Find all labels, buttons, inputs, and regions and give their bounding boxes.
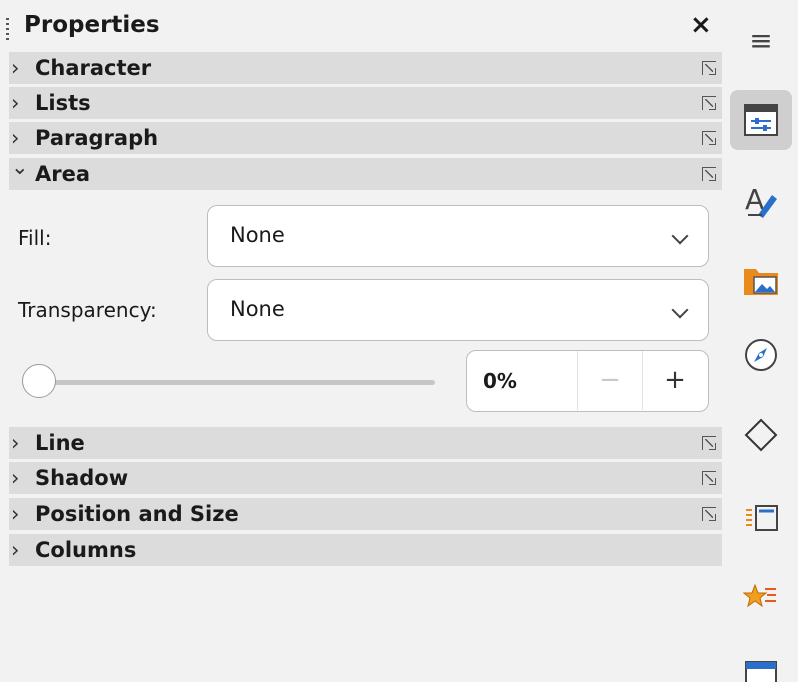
properties-panel: Properties × › Character › Lists › Parag… (0, 0, 722, 682)
section-position-size[interactable]: › Position and Size (9, 498, 722, 530)
transparency-slider-track[interactable] (30, 380, 435, 385)
chevron-right-icon: › (11, 502, 20, 526)
fill-value: None (230, 223, 285, 247)
chevron-down-icon (671, 301, 689, 319)
page-layout-icon (746, 505, 778, 531)
deck-properties-button[interactable] (730, 90, 792, 150)
more-options-icon[interactable] (702, 167, 716, 181)
decrement-button[interactable]: − (578, 351, 642, 410)
deck-page-button[interactable] (730, 488, 792, 548)
more-options-icon[interactable] (702, 61, 716, 75)
transparency-label: Transparency: (18, 298, 157, 322)
gallery-folder-icon (744, 269, 778, 295)
section-character[interactable]: › Character (9, 52, 722, 84)
chevron-right-icon: › (11, 466, 20, 490)
navigator-compass-icon (745, 339, 777, 371)
deck-navigator-button[interactable] (730, 325, 792, 385)
more-options-icon[interactable] (702, 507, 716, 521)
transparency-dropdown[interactable]: None (207, 279, 709, 341)
chevron-right-icon: › (11, 91, 20, 115)
chevron-right-icon: › (11, 431, 20, 455)
chevron-right-icon: › (11, 538, 20, 562)
sidebar-menu-button[interactable]: ≡ (730, 10, 792, 70)
transparency-percent-field[interactable]: 0% (483, 369, 517, 393)
section-lists[interactable]: › Lists (9, 87, 722, 119)
sidebar-deck: ≡ A (722, 0, 798, 682)
chevron-down-icon (671, 227, 689, 245)
diamond-shape-icon (744, 418, 778, 452)
section-label: Character (35, 56, 152, 80)
more-options-icon[interactable] (702, 471, 716, 485)
close-button[interactable]: × (690, 10, 712, 40)
increment-button[interactable]: + (643, 351, 707, 410)
properties-icon (744, 104, 778, 136)
fill-dropdown[interactable]: None (207, 205, 709, 267)
section-label: Position and Size (35, 502, 239, 526)
deck-gallery-button[interactable] (730, 250, 792, 310)
transparency-spinbox: 0% − + (466, 350, 709, 412)
section-paragraph[interactable]: › Paragraph (9, 122, 722, 154)
section-area[interactable]: ⌄ Area (9, 155, 722, 190)
chevron-right-icon: › (11, 126, 20, 150)
deck-styles-button[interactable]: A (730, 170, 792, 230)
deck-shapes-button[interactable] (730, 405, 792, 465)
deck-animation-button[interactable] (730, 568, 792, 628)
deck-master-slides-button[interactable] (730, 640, 792, 682)
more-options-icon[interactable] (702, 96, 716, 110)
section-label: Area (35, 162, 91, 186)
more-options-icon[interactable] (702, 436, 716, 450)
section-label: Shadow (35, 466, 129, 490)
hamburger-menu-icon: ≡ (749, 23, 773, 57)
panel-title-bar: Properties × (0, 0, 722, 50)
drag-grip-icon[interactable] (6, 18, 9, 40)
section-line[interactable]: › Line (9, 427, 722, 459)
section-label: Paragraph (35, 126, 159, 150)
chevron-right-icon: › (11, 56, 20, 80)
chevron-down-icon: ⌄ (11, 155, 29, 179)
section-shadow[interactable]: › Shadow (9, 462, 722, 494)
more-options-icon[interactable] (702, 131, 716, 145)
master-slides-icon (745, 661, 777, 682)
panel-title: Properties (24, 12, 160, 38)
section-label: Line (35, 431, 85, 455)
animation-star-icon (743, 583, 776, 608)
section-label: Lists (35, 91, 91, 115)
fill-label: Fill: (18, 226, 52, 250)
section-label: Columns (35, 538, 137, 562)
section-columns[interactable]: › Columns (9, 534, 722, 566)
transparency-slider-thumb[interactable] (22, 364, 56, 398)
transparency-value: None (230, 297, 285, 321)
styles-icon: A (745, 183, 777, 218)
